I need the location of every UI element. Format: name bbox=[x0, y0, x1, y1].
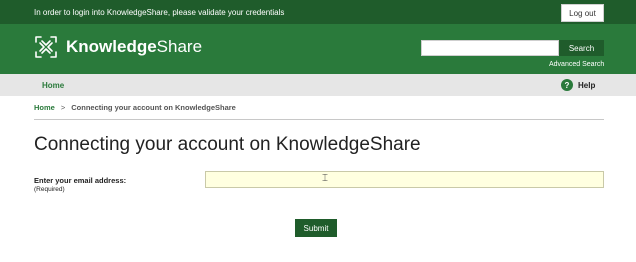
email-required-note: (Required) bbox=[34, 186, 65, 193]
top-notification-bar: In order to login into KnowledgeShare, p… bbox=[0, 0, 636, 24]
text-cursor-icon: ⌶ bbox=[322, 173, 328, 184]
breadcrumb-home-link[interactable]: Home bbox=[34, 103, 55, 112]
breadcrumb-separator: > bbox=[60, 103, 66, 112]
main-nav-bar: Home ? Help bbox=[0, 74, 636, 96]
brand-name[interactable]: KnowledgeShare bbox=[66, 37, 202, 57]
submit-button[interactable]: Submit bbox=[295, 219, 337, 237]
nav-item-home[interactable]: Home bbox=[42, 81, 64, 90]
email-field-label: Enter your email address: bbox=[34, 176, 127, 185]
login-notice-text: In order to login into KnowledgeShare, p… bbox=[34, 8, 285, 17]
breadcrumb: Home > Connecting your account on Knowledg… bbox=[34, 103, 236, 112]
breadcrumb-current: Connecting your account on KnowledgeShar… bbox=[71, 103, 236, 112]
breadcrumb-divider bbox=[34, 119, 604, 120]
brand-name-regular: Share bbox=[156, 37, 203, 56]
nav-item-help[interactable]: Help bbox=[578, 81, 595, 90]
email-field[interactable] bbox=[205, 171, 604, 188]
brand-name-bold: Knowledge bbox=[66, 37, 157, 56]
search-button[interactable]: Search bbox=[559, 40, 604, 56]
page-title: Connecting your account on KnowledgeShar… bbox=[34, 134, 421, 155]
logout-button[interactable]: Log out bbox=[561, 4, 604, 22]
advanced-search-link[interactable]: Advanced Search bbox=[549, 61, 604, 68]
help-icon[interactable]: ? bbox=[561, 79, 573, 91]
brand-header: KnowledgeShare Search Advanced Search bbox=[0, 24, 636, 74]
knowledgeshare-logo-icon bbox=[35, 36, 57, 58]
search-input[interactable] bbox=[421, 40, 559, 56]
